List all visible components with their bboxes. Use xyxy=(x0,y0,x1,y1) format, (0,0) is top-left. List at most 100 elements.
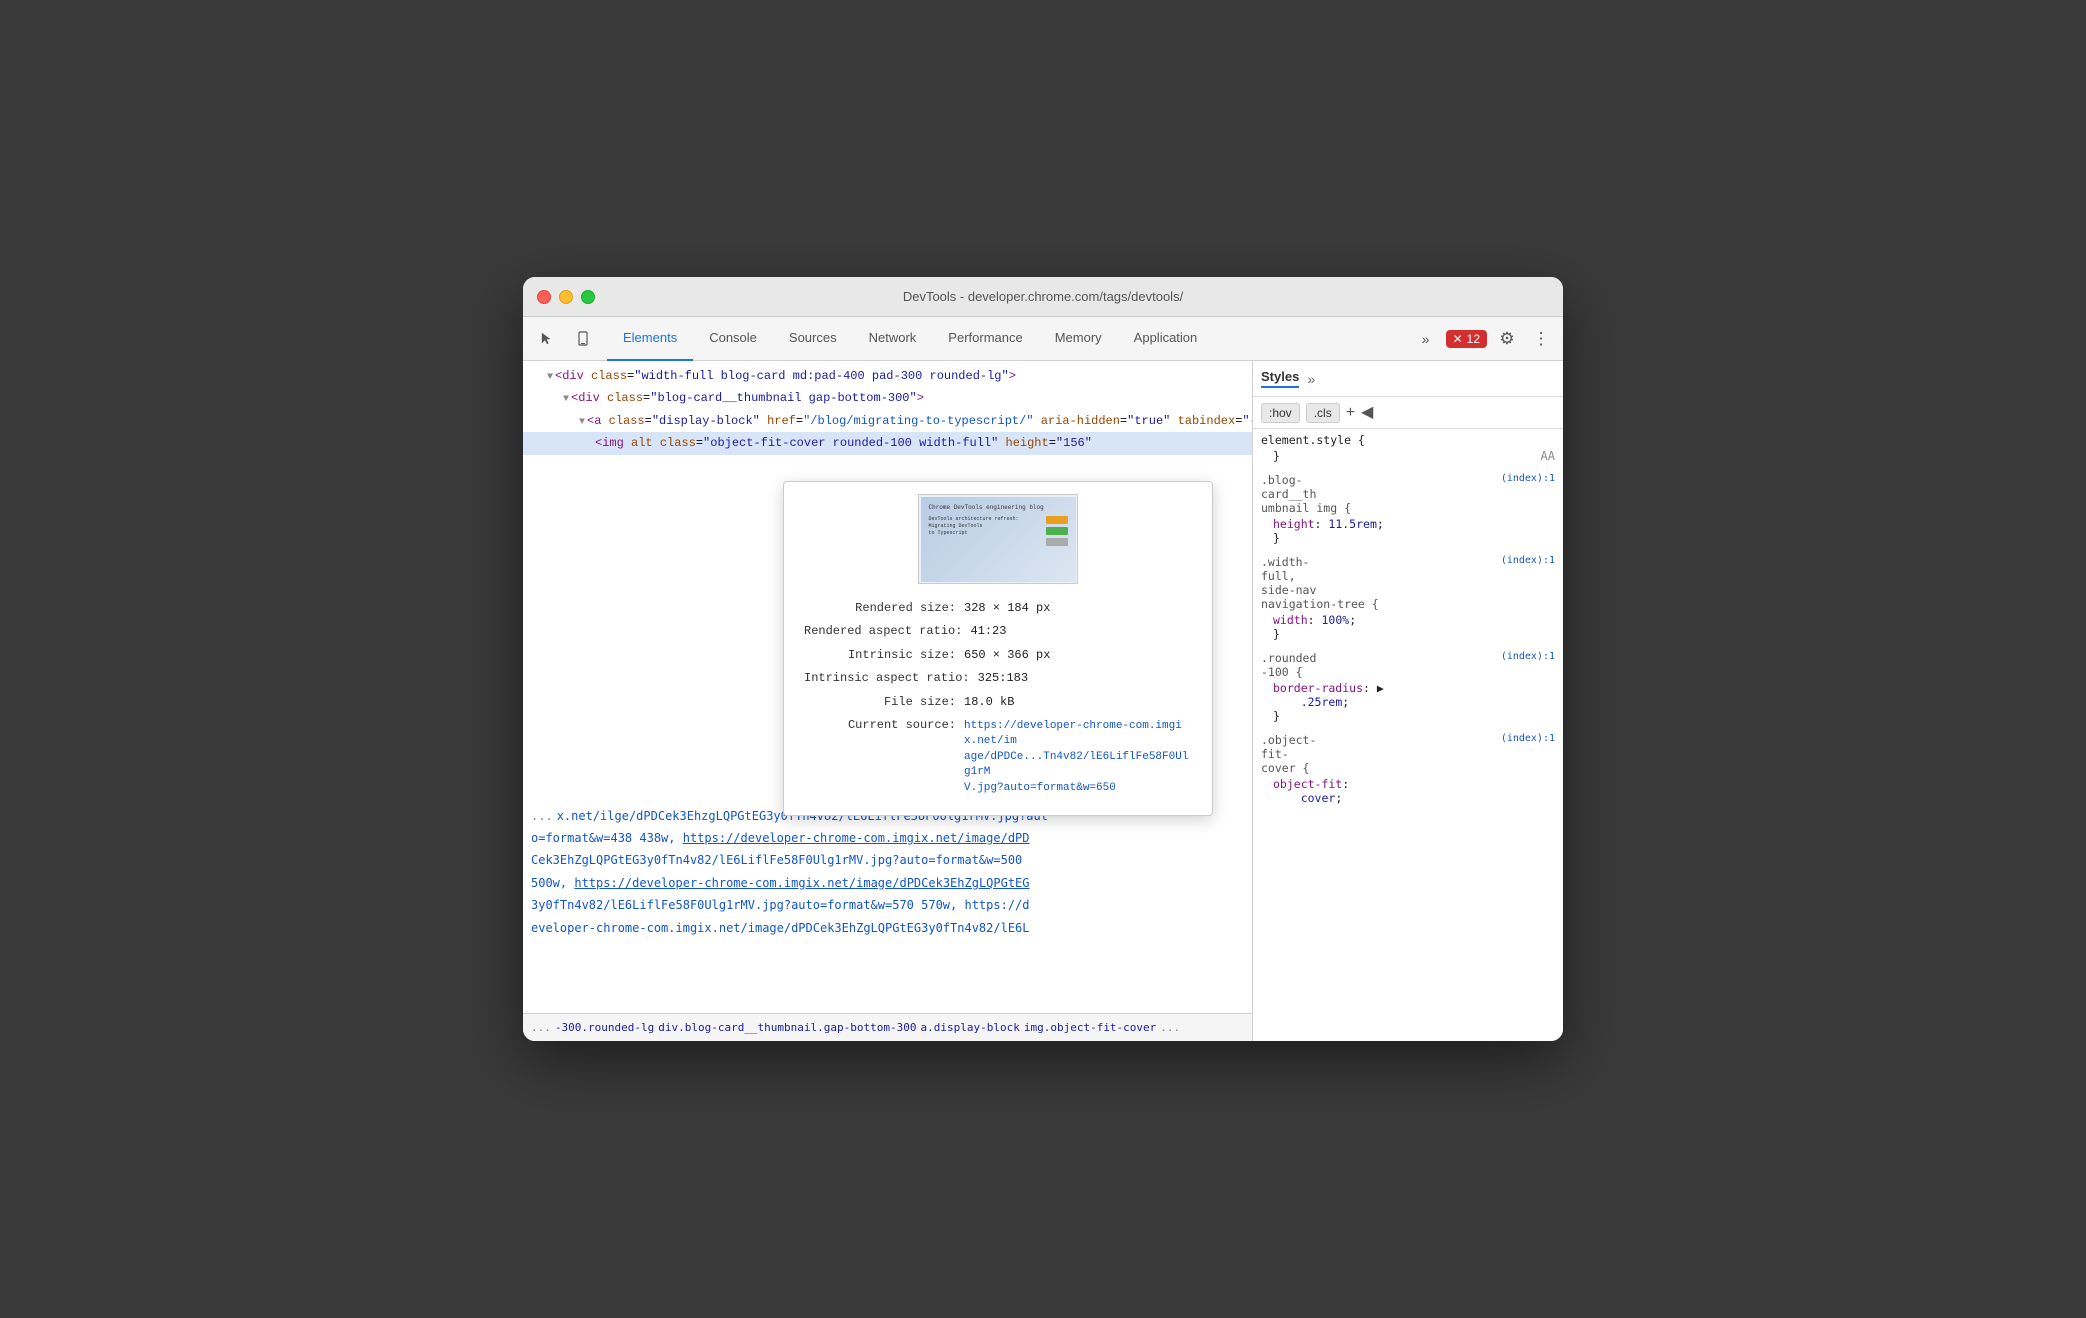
settings-button[interactable]: ⚙ xyxy=(1493,325,1521,353)
fake-img-text: DevTools architecture refresh:Migrating … xyxy=(929,516,1042,537)
tab-sources[interactable]: Sources xyxy=(773,317,853,361)
element-style-close: } xyxy=(1273,449,1280,463)
titlebar: DevTools - developer.chrome.com/tags/dev… xyxy=(523,277,1563,317)
toggle-panel-button[interactable]: ◀ xyxy=(1361,405,1373,421)
tab-network[interactable]: Network xyxy=(853,317,933,361)
object-fit-selector: .object-(index):1 fit- cover { xyxy=(1261,733,1555,775)
image-info-table: Rendered size: 328 × 184 px Rendered asp… xyxy=(804,598,1192,796)
element-style-aa: AA xyxy=(1541,449,1555,463)
intrinsic-aspect-row: Intrinsic aspect ratio: 325:183 xyxy=(804,668,1192,688)
tab-performance[interactable]: Performance xyxy=(932,317,1038,361)
width-full-selector-text4: navigation-tree { xyxy=(1261,597,1379,611)
thumbnail-image: Chrome DevTools engineering blog DevTool… xyxy=(921,497,1076,582)
styles-more-button[interactable]: » xyxy=(1307,371,1315,387)
code-line-4-highlighted[interactable]: <img alt class="object-fit-cover rounded… xyxy=(523,432,1252,454)
width-prop: width xyxy=(1273,613,1308,627)
breadcrumb-more[interactable]: ... xyxy=(1160,1021,1180,1034)
toolbar-right: » ✕ 12 ⚙ ⋮ xyxy=(1412,325,1555,353)
breadcrumb-bar: ... -300.rounded-lg div.blog-card__thumb… xyxy=(523,1013,1252,1041)
file-size-value: 18.0 kB xyxy=(964,692,1014,712)
add-style-button[interactable]: + xyxy=(1346,405,1355,421)
intrinsic-aspect-value: 325:183 xyxy=(978,668,1028,688)
width-full-block: .width-(index):1 full, side-nav navigati… xyxy=(1261,555,1555,641)
rendered-aspect-value: 41:23 xyxy=(970,621,1006,641)
image-preview-box: Chrome DevTools engineering blog DevTool… xyxy=(918,494,1078,584)
code-line-1[interactable]: ▼<div class="width-full blog-card md:pad… xyxy=(523,365,1252,387)
rounded-block: .rounded(index):1 -100 { border-radius: … xyxy=(1261,651,1555,723)
minimize-button[interactable] xyxy=(559,290,573,304)
current-source-row: Current source: https://developer-chrome… xyxy=(804,715,1192,796)
elements-panel: ▼<div class="width-full blog-card md:pad… xyxy=(523,361,1253,1041)
styles-tab[interactable]: Styles xyxy=(1261,369,1299,388)
blog-thumbnail-selector-text: .blog-(index):1 xyxy=(1261,473,1303,487)
cursor-icon xyxy=(539,331,555,347)
border-radius-prop: border-radius xyxy=(1273,681,1363,695)
fake-img-body: DevTools architecture refresh:Migrating … xyxy=(929,516,1068,546)
width-full-selector-text2: full, xyxy=(1261,569,1296,583)
hov-filter-button[interactable]: :hov xyxy=(1261,403,1300,423)
tab-application[interactable]: Application xyxy=(1118,317,1214,361)
more-options-button[interactable]: ⋮ xyxy=(1527,325,1555,353)
height-prop: height xyxy=(1273,517,1315,531)
breadcrumb-item-0[interactable]: -300.rounded-lg xyxy=(555,1021,654,1034)
breadcrumb-item-1[interactable]: div.blog-card__thumbnail.gap-bottom-300 xyxy=(658,1021,916,1034)
tab-memory[interactable]: Memory xyxy=(1039,317,1118,361)
rounded-border-val: .25rem; xyxy=(1261,695,1555,709)
truncated-line-5-text: 3y0fTn4v82/lE6LiflFe58F0Ulg1rMV.jpg?auto… xyxy=(531,898,1030,912)
code-line-2[interactable]: ▼<div class="blog-card__thumbnail gap-bo… xyxy=(523,387,1252,409)
object-fit-prop: object-fit xyxy=(1273,777,1342,791)
element-style-selector: element.style { xyxy=(1261,433,1555,447)
inspect-element-button[interactable] xyxy=(531,323,563,355)
width-full-width-rule: width: 100%; xyxy=(1261,613,1555,627)
object-fit-selector-text: .object-(index):1 xyxy=(1261,733,1316,747)
ellipsis-left: ... xyxy=(531,806,553,826)
cls-filter-button[interactable]: .cls xyxy=(1306,403,1340,423)
rounded-border-rule: border-radius: ▶ xyxy=(1261,681,1555,695)
truncated-line-4-num: 500w, xyxy=(531,876,574,890)
element-style-label: element.style { xyxy=(1261,433,1365,447)
styles-content: element.style { AA } .blog-(index):1 car… xyxy=(1253,429,1563,1041)
styles-panel: Styles » :hov .cls + ◀ element.style { A… xyxy=(1253,361,1563,1041)
object-fit-rule: object-fit: xyxy=(1261,777,1555,791)
width-val: 100% xyxy=(1321,613,1349,627)
image-tooltip: Chrome DevTools engineering blog DevTool… xyxy=(783,481,1213,816)
close-button[interactable] xyxy=(537,290,551,304)
blog-thumbnail-selector-text2: card__th xyxy=(1261,487,1316,501)
rounded-selector-text: .rounded(index):1 xyxy=(1261,651,1316,665)
width-full-selector-text: .width-(index):1 xyxy=(1261,555,1309,569)
rendered-aspect-row: Rendered aspect ratio: 41:23 xyxy=(804,621,1192,641)
error-badge[interactable]: ✕ 12 xyxy=(1446,330,1487,348)
width-full-selector: .width-(index):1 full, side-nav navigati… xyxy=(1261,555,1555,611)
width-full-selector-text3: side-nav xyxy=(1261,583,1316,597)
devtools-window: DevTools - developer.chrome.com/tags/dev… xyxy=(523,277,1563,1041)
elements-content[interactable]: ▼<div class="width-full blog-card md:pad… xyxy=(523,361,1252,1013)
breadcrumb-ellipsis[interactable]: ... xyxy=(531,1021,551,1034)
intrinsic-size-value: 650 × 366 px xyxy=(964,645,1050,665)
rendered-size-row: Rendered size: 328 × 184 px xyxy=(804,598,1192,618)
panel-tabs: Elements Console Sources Network Perform… xyxy=(607,317,1408,361)
truncated-link-2[interactable]: https://developer-chrome-com.imgix.net/i… xyxy=(574,876,1029,890)
tab-console[interactable]: Console xyxy=(693,317,773,361)
object-fit-val: cover; xyxy=(1261,791,1555,805)
intrinsic-size-label: Intrinsic size: xyxy=(804,645,964,665)
more-tabs-button[interactable]: » xyxy=(1412,325,1440,353)
border-radius-val: .25rem xyxy=(1301,695,1343,709)
block-green xyxy=(1046,527,1068,535)
device-icon xyxy=(575,331,591,347)
device-toolbar-button[interactable] xyxy=(567,323,599,355)
object-fit-selector-text2: fit- xyxy=(1261,747,1289,761)
breadcrumb-item-2[interactable]: a.display-block xyxy=(921,1021,1020,1034)
intrinsic-aspect-label: Intrinsic aspect ratio: xyxy=(804,668,978,688)
rounded-selector: .rounded(index):1 -100 { xyxy=(1261,651,1555,679)
current-source-link[interactable]: https://developer-chrome-com.imgix.net/i… xyxy=(964,719,1192,796)
maximize-button[interactable] xyxy=(581,290,595,304)
fake-img-blocks xyxy=(1046,516,1068,546)
rendered-size-value: 328 × 184 px xyxy=(964,598,1050,618)
blog-thumbnail-close: } xyxy=(1261,531,1555,545)
rounded-close: } xyxy=(1261,709,1555,723)
breadcrumb-item-3[interactable]: img.object-fit-cover xyxy=(1024,1021,1156,1034)
devtools-toolbar: Elements Console Sources Network Perform… xyxy=(523,317,1563,361)
tab-elements[interactable]: Elements xyxy=(607,317,693,361)
truncated-link-1[interactable]: https://developer-chrome-com.imgix.net/i… xyxy=(683,831,1030,845)
code-line-3[interactable]: ▼<a class="display-block" href="/blog/mi… xyxy=(523,410,1252,432)
